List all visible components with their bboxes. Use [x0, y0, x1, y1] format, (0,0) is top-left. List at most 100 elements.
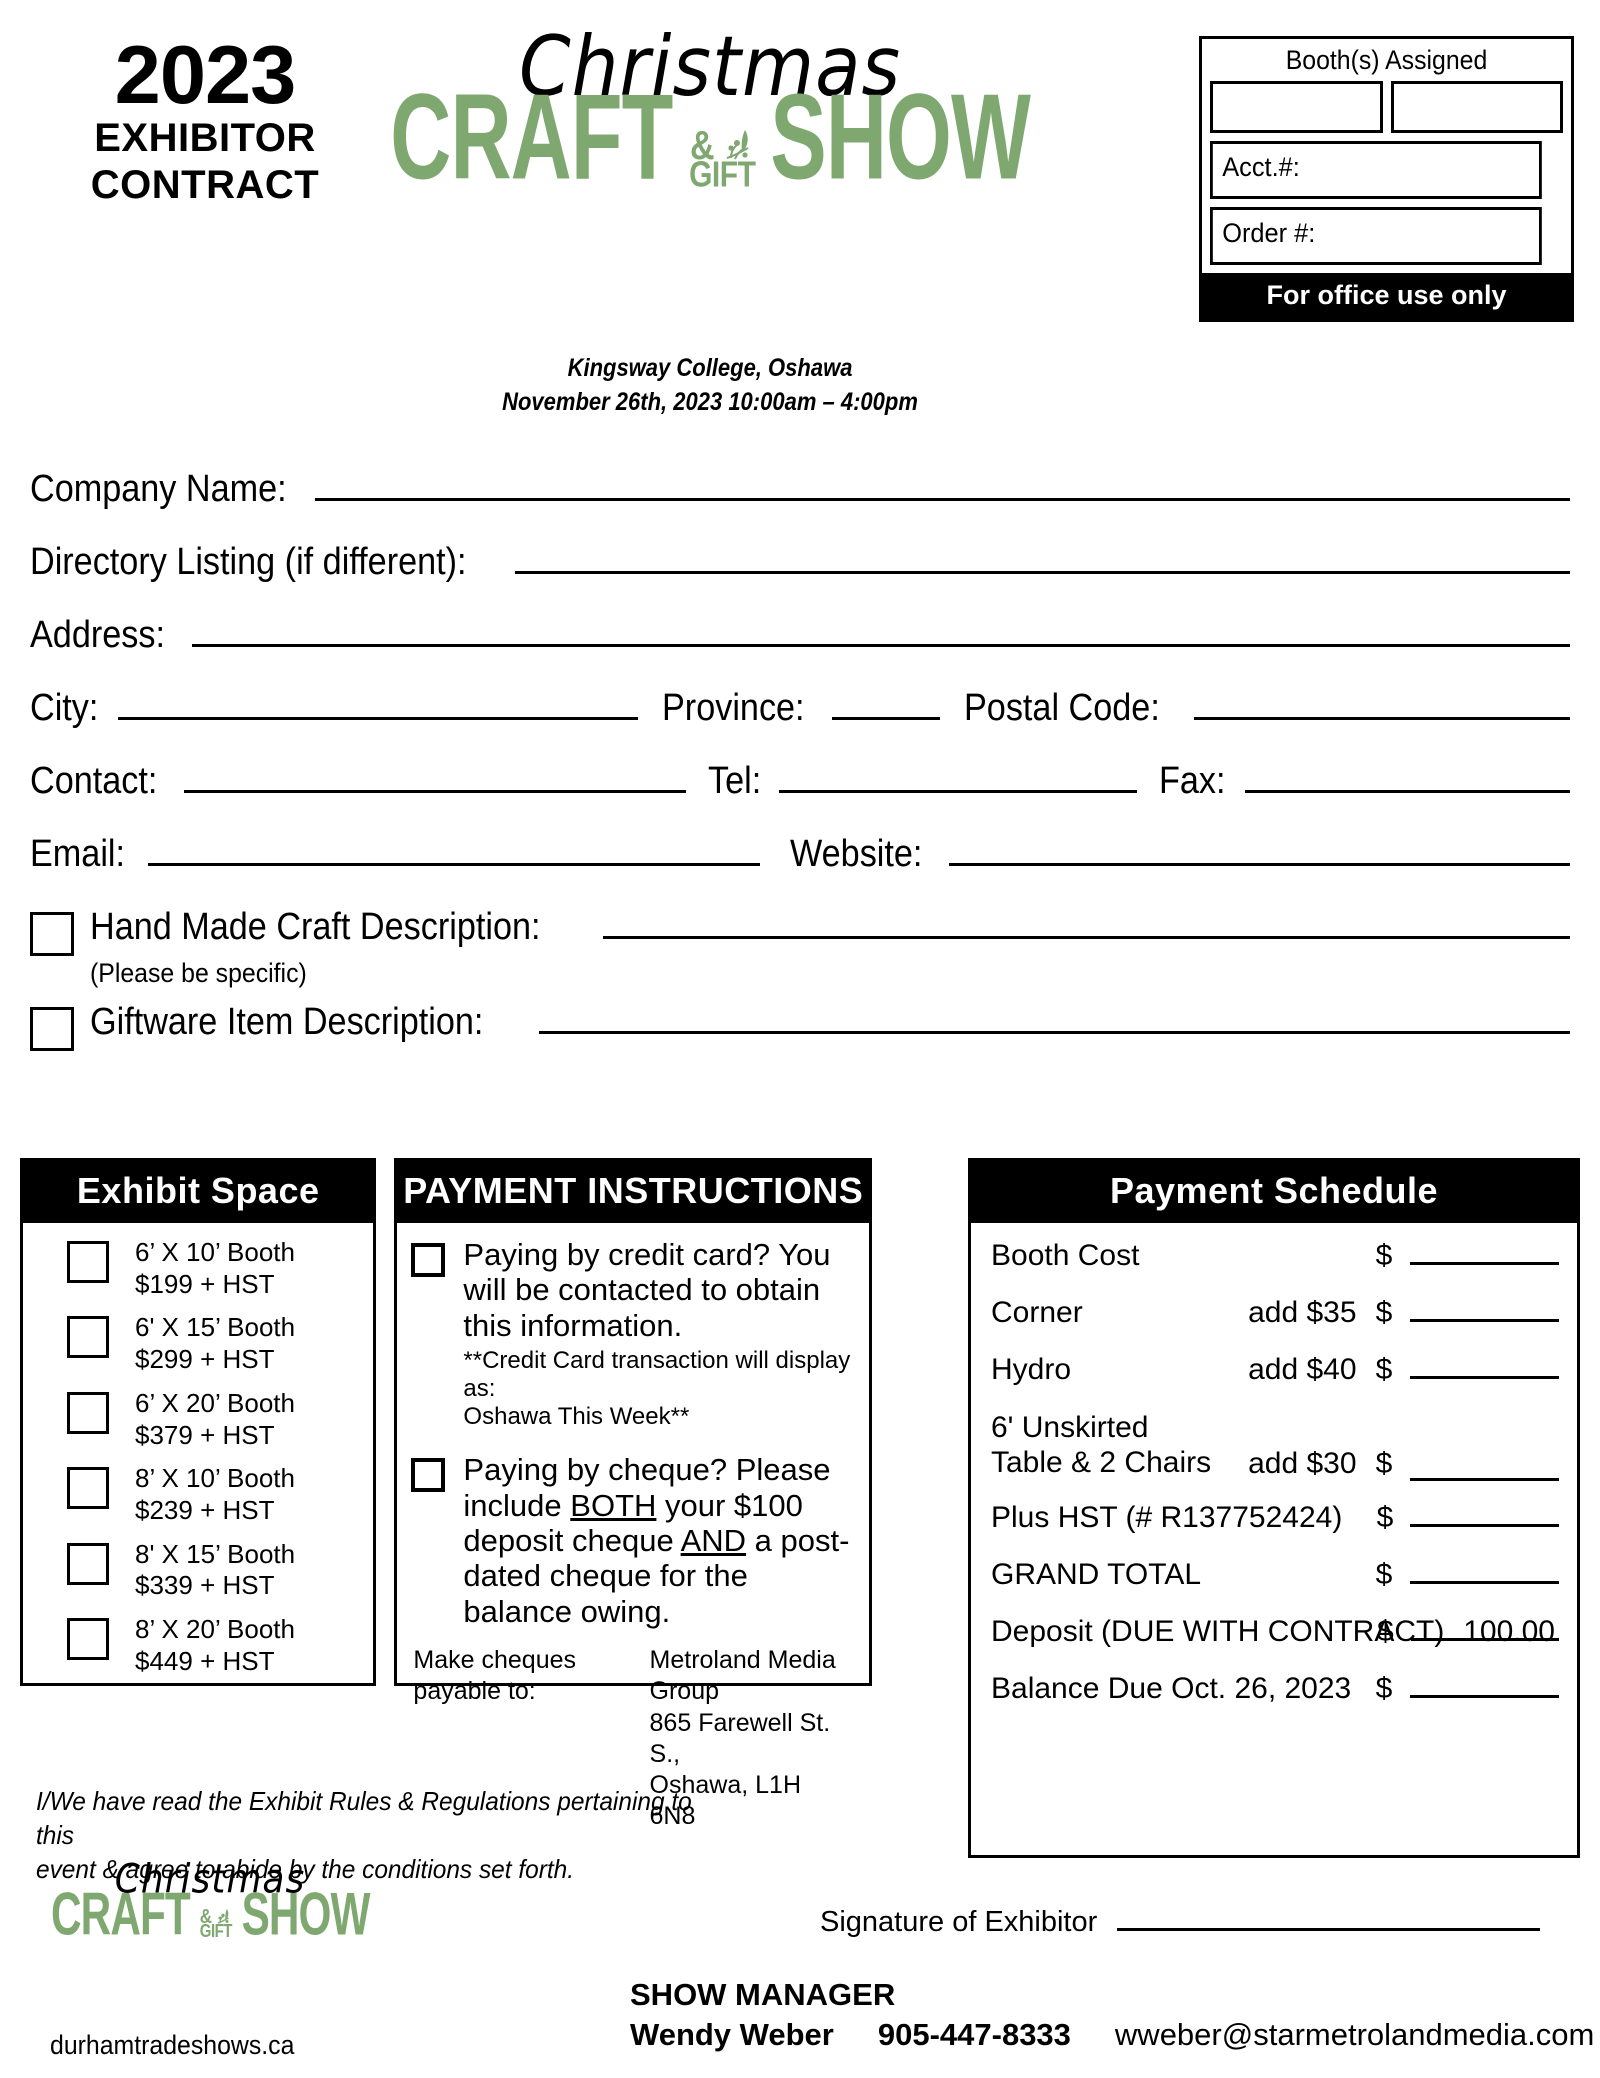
contract-title-block: 2023 EXHIBITOR CONTRACT [40, 33, 370, 209]
address-row: Address: [30, 616, 1570, 654]
directory-listing-row: Directory Listing (if different): [30, 543, 1570, 581]
cheque-option[interactable]: Paying by cheque? Please include BOTH yo… [411, 1452, 853, 1629]
email-label: Email: [30, 833, 126, 875]
schedule-row-balance-due: Balance Due Oct. 26, 2023 $ [991, 1672, 1559, 1706]
fax-label: Fax: [1158, 760, 1226, 802]
footer-event-logo: Christmas CRAFT & GIFT SHOW [51, 1859, 371, 1944]
giftware-item-row: Giftware Item Description: [30, 1003, 1570, 1051]
venue-date-time: November 26th, 2023 10:00am – 4:00pm [502, 387, 918, 416]
schedule-amount-input[interactable] [1410, 1501, 1559, 1527]
footer-logo-gift-text: GIFT [199, 1921, 233, 1942]
schedule-amount-input[interactable] [1409, 1239, 1559, 1265]
booth-option-checkbox[interactable] [67, 1316, 109, 1359]
hand-made-craft-row: Hand Made Craft Description: [30, 908, 1570, 956]
cheque-checkbox[interactable] [411, 1458, 446, 1493]
booth-option-label: 6’ X 20’ Booth $379 + HST [135, 1388, 295, 1451]
booth-size: 8’ X 20’ Booth [135, 1614, 295, 1645]
booth-option-checkbox[interactable] [67, 1467, 109, 1510]
tel-input[interactable] [778, 763, 1137, 793]
schedule-label: Deposit (DUE WITH CONTRACT) [991, 1614, 1445, 1648]
booth-assignment-cells [1202, 81, 1571, 141]
booth-option[interactable]: 6’ X 10’ Booth $199 + HST [67, 1237, 373, 1300]
credit-card-checkbox[interactable] [411, 1243, 446, 1277]
booth-price: $339 + HST [135, 1570, 275, 1601]
schedule-dollar-sign: $ [1377, 1614, 1394, 1648]
signature-label: Signature of Exhibitor [820, 1906, 1098, 1938]
booth-option-checkbox[interactable] [67, 1542, 109, 1585]
footer-logo-craft-text: CRAFT [50, 1878, 191, 1948]
schedule-amount-input[interactable]: 100.00 [1410, 1615, 1559, 1648]
contact-input[interactable] [183, 763, 686, 793]
booth-option[interactable]: 6’ X 20’ Booth $379 + HST [67, 1388, 373, 1451]
cheque-both-emphasis: BOTH [570, 1487, 657, 1523]
schedule-dollar-sign: $ [1375, 1446, 1393, 1480]
exhibit-space-title: Exhibit Space [23, 1161, 374, 1223]
show-manager-label: SHOW MANAGER [630, 1977, 896, 2012]
postal-code-input[interactable] [1193, 690, 1570, 720]
signature-input[interactable] [1117, 1905, 1540, 1931]
hand-made-craft-label: Hand Made Craft Description: [90, 906, 541, 948]
website-input[interactable] [948, 836, 1570, 866]
booth-size: 6’ X 20’ Booth [135, 1387, 295, 1418]
schedule-label: GRAND TOTAL [991, 1557, 1202, 1591]
schedule-amount-input[interactable] [1409, 1353, 1559, 1379]
schedule-dollar-sign: $ [1376, 1500, 1394, 1534]
company-name-label: Company Name: [30, 468, 287, 510]
schedule-row-booth-cost: Booth Cost $ [991, 1239, 1559, 1273]
booth-size: 8’ X 10’ Booth [135, 1463, 295, 1494]
booth-option-label: 6' X 15’ Booth $299 + HST [135, 1312, 295, 1375]
booth-option[interactable]: 8' X 15’ Booth $339 + HST [67, 1539, 373, 1602]
directory-listing-input[interactable] [515, 544, 1570, 574]
show-manager-email: wweber@starmetrolandmedia.com [1114, 2017, 1595, 2053]
booth-cell-1[interactable] [1210, 81, 1383, 133]
event-logo: Christmas CRAFT & GIFT SHOW [391, 26, 1032, 199]
directory-listing-label: Directory Listing (if different): [30, 541, 467, 583]
account-number-field[interactable]: Acct.#: [1210, 141, 1542, 199]
agreement-line-1: I/We have read the Exhibit Rules & Regul… [36, 1786, 692, 1850]
venue-info: Kingsway College, Oshawa November 26th, … [464, 352, 957, 420]
city-input[interactable] [118, 690, 638, 720]
show-manager-block: SHOW MANAGER Wendy Weber 905-447-8333 ww… [630, 1975, 1594, 2056]
schedule-row-deposit: Deposit (DUE WITH CONTRACT) $ 100.00 [991, 1615, 1559, 1649]
schedule-amount-input[interactable] [1409, 1558, 1559, 1584]
credit-card-option[interactable]: Paying by credit card? You will be conta… [411, 1237, 853, 1343]
booth-option[interactable]: 8’ X 20’ Booth $449 + HST [67, 1614, 373, 1677]
schedule-amount-input[interactable] [1409, 1296, 1559, 1322]
exhibit-space-panel: Exhibit Space 6’ X 10’ Booth $199 + HST … [20, 1158, 377, 1686]
schedule-amount-input[interactable] [1409, 1455, 1559, 1481]
hand-made-craft-checkbox[interactable] [30, 912, 74, 956]
address-input[interactable] [191, 617, 1570, 647]
hand-made-craft-input[interactable] [602, 909, 1570, 939]
booth-options-list: 6’ X 10’ Booth $199 + HST 6' X 15’ Booth… [23, 1223, 373, 1678]
booth-option-checkbox[interactable] [67, 1391, 109, 1434]
giftware-item-checkbox[interactable] [30, 1007, 74, 1051]
fax-input[interactable] [1244, 763, 1570, 793]
booth-cell-2[interactable] [1390, 81, 1563, 133]
booth-option-checkbox[interactable] [67, 1241, 109, 1283]
booths-assigned-label: Booth(s) Assigned [1285, 45, 1488, 75]
address-label: Address: [30, 614, 165, 656]
booth-option[interactable]: 6' X 15’ Booth $299 + HST [67, 1312, 373, 1375]
giftware-item-text: Giftware Item Description: [90, 1003, 1570, 1042]
schedule-label: Plus HST (# R137752424) [991, 1500, 1343, 1534]
payment-instructions-panel: PAYMENT INSTRUCTIONS Paying by credit ca… [394, 1158, 872, 1830]
city-province-postal-row: City: Province: Postal Code: [30, 689, 1570, 727]
booth-price: $449 + HST [135, 1645, 275, 1676]
schedule-amount-input[interactable] [1409, 1672, 1559, 1698]
website-label: Website: [789, 833, 923, 875]
province-input[interactable] [832, 690, 941, 720]
order-number-field[interactable]: Order #: [1210, 207, 1542, 265]
company-name-input[interactable] [315, 471, 1570, 501]
booth-option-checkbox[interactable] [67, 1618, 109, 1661]
booth-size: 6’ X 10’ Booth [135, 1237, 295, 1267]
giftware-item-label: Giftware Item Description: [90, 1001, 484, 1043]
schedule-dollar-sign: $ [1375, 1353, 1393, 1386]
credit-card-text: Paying by credit card? You will be conta… [463, 1237, 831, 1343]
booth-option[interactable]: 8’ X 10’ Booth $239 + HST [67, 1463, 373, 1526]
email-input[interactable] [147, 836, 760, 866]
schedule-row-hst: Plus HST (# R137752424) $ [991, 1501, 1559, 1535]
email-website-row: Email: Website: [30, 835, 1570, 873]
schedule-label: Balance Due Oct. 26, 2023 [991, 1671, 1352, 1705]
schedule-label: 6' Unskirted Table & 2 Chairs [991, 1410, 1248, 1481]
giftware-item-input[interactable] [539, 1004, 1570, 1034]
